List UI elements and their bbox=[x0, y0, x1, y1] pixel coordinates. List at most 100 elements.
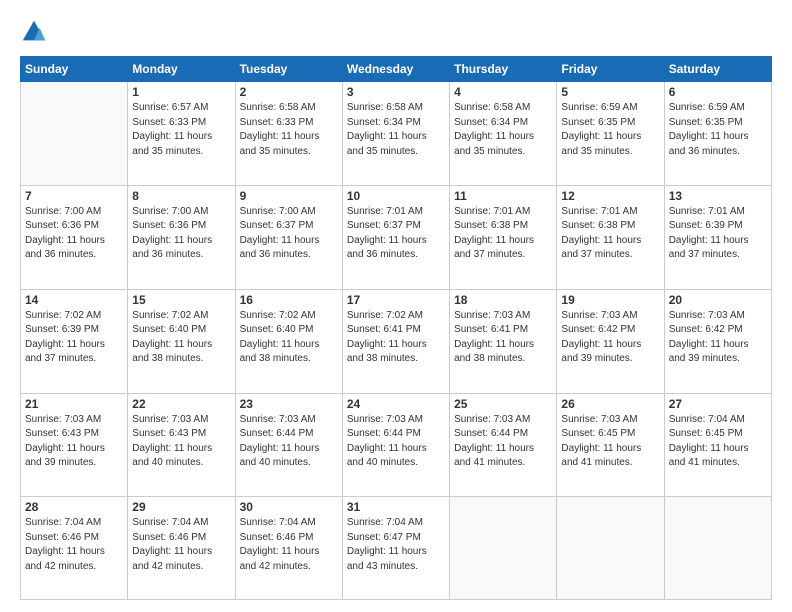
day-info: Sunrise: 7:04 AMSunset: 6:46 PMDaylight:… bbox=[25, 516, 123, 574]
calendar-cell: 28 Sunrise: 7:04 AMSunset: 6:46 PMDayligh… bbox=[21, 497, 128, 600]
day-info: Sunrise: 7:03 AMSunset: 6:44 PMDaylight:… bbox=[454, 413, 552, 471]
day-number: 28 bbox=[25, 500, 123, 514]
day-number: 7 bbox=[25, 189, 123, 203]
day-info: Sunrise: 7:01 AMSunset: 6:37 PMDaylight:… bbox=[347, 205, 445, 263]
calendar-cell: 25Sunrise: 7:03 AMSunset: 6:44 PMDayligh… bbox=[450, 393, 557, 497]
day-number: 23 bbox=[240, 397, 338, 411]
weekday-header-row: SundayMondayTuesdayWednesdayThursdayFrid… bbox=[21, 57, 772, 82]
calendar-table: SundayMondayTuesdayWednesdayThursdayFrid… bbox=[20, 56, 772, 600]
logo-icon bbox=[20, 18, 48, 46]
day-info: Sunrise: 7:00 AMSunset: 6:36 PMDaylight:… bbox=[132, 205, 230, 263]
calendar-cell: 4 Sunrise: 6:58 AMSunset: 6:34 PMDaylight… bbox=[450, 82, 557, 186]
weekday-header-sunday: Sunday bbox=[21, 57, 128, 82]
calendar-cell: 3 Sunrise: 6:58 AMSunset: 6:34 PMDaylight… bbox=[342, 82, 449, 186]
day-number: 6 bbox=[669, 85, 767, 99]
day-info: Sunrise: 6:58 AMSunset: 6:34 PMDaylight:… bbox=[454, 101, 552, 159]
calendar-cell: 19 Sunrise: 7:03 AMSunset: 6:42 PMDayligh… bbox=[557, 289, 664, 393]
day-info: Sunrise: 7:04 AMSunset: 6:46 PMDaylight:… bbox=[132, 516, 230, 574]
day-info: Sunrise: 6:59 AMSunset: 6:35 PMDaylight:… bbox=[561, 101, 659, 159]
calendar-cell: 27 Sunrise: 7:04 AMSunset: 6:45 PMDayligh… bbox=[664, 393, 771, 497]
day-number: 30 bbox=[240, 500, 338, 514]
day-info: Sunrise: 7:03 AMSunset: 6:43 PMDaylight:… bbox=[25, 413, 123, 471]
day-number: 24 bbox=[347, 397, 445, 411]
calendar-cell: 29 Sunrise: 7:04 AMSunset: 6:46 PMDayligh… bbox=[128, 497, 235, 600]
day-info: Sunrise: 7:03 AMSunset: 6:43 PMDaylight:… bbox=[132, 413, 230, 471]
day-info: Sunrise: 7:03 AMSunset: 6:45 PMDaylight:… bbox=[561, 413, 659, 471]
calendar-cell: 6 Sunrise: 6:59 AMSunset: 6:35 PMDaylight… bbox=[664, 82, 771, 186]
calendar-cell: 5Sunrise: 6:59 AMSunset: 6:35 PMDaylight… bbox=[557, 82, 664, 186]
day-info: Sunrise: 6:59 AMSunset: 6:35 PMDaylight:… bbox=[669, 101, 767, 159]
weekday-header-thursday: Thursday bbox=[450, 57, 557, 82]
calendar-cell: 15 Sunrise: 7:02 AMSunset: 6:40 PMDayligh… bbox=[128, 289, 235, 393]
calendar-cell: 9Sunrise: 7:00 AMSunset: 6:37 PMDaylight… bbox=[235, 185, 342, 289]
calendar-cell: 12Sunrise: 7:01 AMSunset: 6:38 PMDayligh… bbox=[557, 185, 664, 289]
day-number: 15 bbox=[132, 293, 230, 307]
calendar-cell: 1 Sunrise: 6:57 AMSunset: 6:33 PMDaylight… bbox=[128, 82, 235, 186]
day-number: 3 bbox=[347, 85, 445, 99]
weekday-header-monday: Monday bbox=[128, 57, 235, 82]
day-info: Sunrise: 7:03 AMSunset: 6:44 PMDaylight:… bbox=[347, 413, 445, 471]
day-info: Sunrise: 7:04 AMSunset: 6:46 PMDaylight:… bbox=[240, 516, 338, 574]
day-number: 18 bbox=[454, 293, 552, 307]
day-number: 2 bbox=[240, 85, 338, 99]
weekday-header-tuesday: Tuesday bbox=[235, 57, 342, 82]
day-number: 19 bbox=[561, 293, 659, 307]
calendar-cell: 21 Sunrise: 7:03 AMSunset: 6:43 PMDayligh… bbox=[21, 393, 128, 497]
day-number: 16 bbox=[240, 293, 338, 307]
day-info: Sunrise: 7:00 AMSunset: 6:36 PMDaylight:… bbox=[25, 205, 123, 263]
day-info: Sunrise: 7:03 AMSunset: 6:41 PMDaylight:… bbox=[454, 309, 552, 367]
page: SundayMondayTuesdayWednesdayThursdayFrid… bbox=[0, 0, 792, 612]
logo bbox=[20, 18, 52, 46]
day-number: 17 bbox=[347, 293, 445, 307]
header bbox=[20, 18, 772, 46]
day-info: Sunrise: 7:02 AMSunset: 6:41 PMDaylight:… bbox=[347, 309, 445, 367]
day-info: Sunrise: 6:57 AMSunset: 6:33 PMDaylight:… bbox=[132, 101, 230, 159]
weekday-header-wednesday: Wednesday bbox=[342, 57, 449, 82]
calendar-cell: 30 Sunrise: 7:04 AMSunset: 6:46 PMDayligh… bbox=[235, 497, 342, 600]
day-number: 14 bbox=[25, 293, 123, 307]
day-info: Sunrise: 6:58 AMSunset: 6:34 PMDaylight:… bbox=[347, 101, 445, 159]
calendar-cell: 23 Sunrise: 7:03 AMSunset: 6:44 PMDayligh… bbox=[235, 393, 342, 497]
day-number: 4 bbox=[454, 85, 552, 99]
day-info: Sunrise: 7:02 AMSunset: 6:40 PMDaylight:… bbox=[240, 309, 338, 367]
day-number: 22 bbox=[132, 397, 230, 411]
day-number: 10 bbox=[347, 189, 445, 203]
calendar-cell: 26 Sunrise: 7:03 AMSunset: 6:45 PMDayligh… bbox=[557, 393, 664, 497]
calendar-cell: 31Sunrise: 7:04 AMSunset: 6:47 PMDayligh… bbox=[342, 497, 449, 600]
calendar-cell: 24 Sunrise: 7:03 AMSunset: 6:44 PMDayligh… bbox=[342, 393, 449, 497]
calendar-cell: 7 Sunrise: 7:00 AMSunset: 6:36 PMDaylight… bbox=[21, 185, 128, 289]
day-number: 11 bbox=[454, 189, 552, 203]
calendar-cell: 22 Sunrise: 7:03 AMSunset: 6:43 PMDayligh… bbox=[128, 393, 235, 497]
calendar-cell: 2Sunrise: 6:58 AMSunset: 6:33 PMDaylight… bbox=[235, 82, 342, 186]
calendar-cell: 8 Sunrise: 7:00 AMSunset: 6:36 PMDaylight… bbox=[128, 185, 235, 289]
day-info: Sunrise: 7:01 AMSunset: 6:38 PMDaylight:… bbox=[454, 205, 552, 263]
weekday-header-saturday: Saturday bbox=[664, 57, 771, 82]
calendar-week-2: 14Sunrise: 7:02 AMSunset: 6:39 PMDayligh… bbox=[21, 289, 772, 393]
calendar-cell: 11 Sunrise: 7:01 AMSunset: 6:38 PMDayligh… bbox=[450, 185, 557, 289]
calendar-week-3: 21 Sunrise: 7:03 AMSunset: 6:43 PMDayligh… bbox=[21, 393, 772, 497]
calendar-cell bbox=[557, 497, 664, 600]
day-number: 8 bbox=[132, 189, 230, 203]
calendar-week-1: 7 Sunrise: 7:00 AMSunset: 6:36 PMDaylight… bbox=[21, 185, 772, 289]
calendar-cell: 16 Sunrise: 7:02 AMSunset: 6:40 PMDayligh… bbox=[235, 289, 342, 393]
day-number: 1 bbox=[132, 85, 230, 99]
day-number: 21 bbox=[25, 397, 123, 411]
day-number: 31 bbox=[347, 500, 445, 514]
day-info: Sunrise: 7:03 AMSunset: 6:42 PMDaylight:… bbox=[561, 309, 659, 367]
weekday-header-friday: Friday bbox=[557, 57, 664, 82]
calendar-cell bbox=[664, 497, 771, 600]
calendar-week-0: 1 Sunrise: 6:57 AMSunset: 6:33 PMDaylight… bbox=[21, 82, 772, 186]
day-info: Sunrise: 7:03 AMSunset: 6:42 PMDaylight:… bbox=[669, 309, 767, 367]
calendar-cell: 14Sunrise: 7:02 AMSunset: 6:39 PMDayligh… bbox=[21, 289, 128, 393]
day-number: 29 bbox=[132, 500, 230, 514]
calendar-cell bbox=[21, 82, 128, 186]
day-info: Sunrise: 7:03 AMSunset: 6:44 PMDaylight:… bbox=[240, 413, 338, 471]
day-info: Sunrise: 7:02 AMSunset: 6:40 PMDaylight:… bbox=[132, 309, 230, 367]
day-number: 27 bbox=[669, 397, 767, 411]
day-info: Sunrise: 7:01 AMSunset: 6:38 PMDaylight:… bbox=[561, 205, 659, 263]
day-number: 26 bbox=[561, 397, 659, 411]
day-number: 9 bbox=[240, 189, 338, 203]
calendar-cell: 13Sunrise: 7:01 AMSunset: 6:39 PMDayligh… bbox=[664, 185, 771, 289]
day-info: Sunrise: 7:04 AMSunset: 6:45 PMDaylight:… bbox=[669, 413, 767, 471]
calendar-cell bbox=[450, 497, 557, 600]
